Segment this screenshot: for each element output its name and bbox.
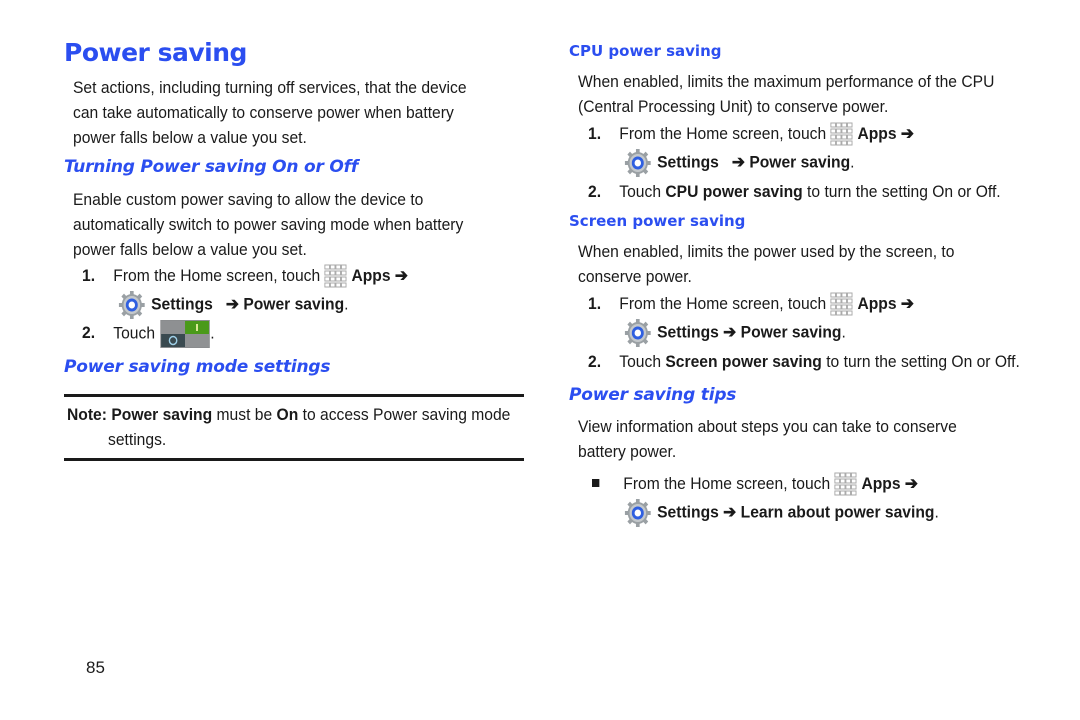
apps-label: Apps xyxy=(351,266,391,285)
note-line-2: settings. xyxy=(108,430,167,449)
cpu-step-1: 1. From the Home screen, touch Apps ➔ xyxy=(588,121,914,148)
tips-line: View information about steps you can tak… xyxy=(578,417,957,436)
note-bold: On xyxy=(276,405,299,424)
step-number: 1. xyxy=(588,124,602,143)
apps-grid-icon xyxy=(830,122,854,148)
step-text: Touch xyxy=(619,182,662,201)
tips-step-cont: Settings ➔ Learn about power saving. xyxy=(624,498,939,528)
settings-label: Settings xyxy=(657,322,719,342)
cpu-line: (Central Processing Unit) to conserve po… xyxy=(578,97,889,116)
arrow-icon: ➔ xyxy=(900,124,915,143)
apps-label: Apps xyxy=(861,474,901,493)
settings-label: Settings xyxy=(657,152,719,172)
note-top-divider xyxy=(64,394,524,397)
screen-step-1-cont: Settings ➔ Power saving. xyxy=(624,318,846,348)
power-saving-label: Power saving xyxy=(243,294,345,314)
arrow-icon: ➔ xyxy=(723,322,737,342)
screen-line: conserve power. xyxy=(578,267,692,286)
arrow-icon: ➔ xyxy=(225,294,239,314)
cpu-line: When enabled, limits the maximum perform… xyxy=(578,72,995,91)
cpu-step-2: 2. Touch CPU power saving to turn the set… xyxy=(588,179,1001,204)
settings-gear-icon xyxy=(118,290,146,320)
tips-line: battery power. xyxy=(578,442,677,461)
cpu-paragraph: When enabled, limits the maximum perform… xyxy=(578,69,994,119)
note-bold: Power saving xyxy=(111,405,213,424)
step-text: to turn the setting On or Off. xyxy=(826,352,1020,371)
power-saving-label: Power saving xyxy=(740,322,842,342)
step-number: 1. xyxy=(82,266,96,285)
period: . xyxy=(344,294,349,314)
tips-step: From the Home screen, touch Apps ➔ xyxy=(592,471,918,498)
apps-label: Apps xyxy=(857,294,897,313)
section-heading-cpu: CPU power saving xyxy=(569,42,722,60)
settings-gear-icon xyxy=(624,318,652,348)
screen-line: When enabled, limits the power used by t… xyxy=(578,242,955,261)
step-text: Touch xyxy=(619,352,662,371)
turning-step-1-cont: Settings ➔ Power saving. xyxy=(118,290,349,320)
arrow-icon: ➔ xyxy=(394,266,409,285)
note-label: Note: xyxy=(67,405,107,424)
step-number: 2. xyxy=(588,352,602,371)
arrow-icon: ➔ xyxy=(723,502,737,522)
turning-line: power falls below a value you set. xyxy=(73,240,307,259)
section-heading-screen: Screen power saving xyxy=(569,212,746,230)
learn-label: Learn about power saving xyxy=(740,502,935,522)
apps-grid-icon xyxy=(830,292,854,318)
note-text: must be xyxy=(216,405,273,424)
page-title: Power saving xyxy=(64,38,247,67)
settings-label: Settings xyxy=(657,502,719,522)
period: . xyxy=(841,322,846,342)
tips-paragraph: View information about steps you can tak… xyxy=(578,414,957,464)
step-text: to turn the setting On or Off. xyxy=(807,182,1001,201)
screen-paragraph: When enabled, limits the power used by t… xyxy=(578,239,954,289)
turning-line: automatically switch to power saving mod… xyxy=(73,215,464,234)
step-text: From the Home screen, touch xyxy=(113,266,321,285)
cpu-step-1-cont: Settings ➔ Power saving. xyxy=(624,148,855,178)
arrow-icon: ➔ xyxy=(731,152,745,172)
apps-grid-icon xyxy=(324,264,348,290)
step-number: 2. xyxy=(82,323,96,343)
turning-paragraph: Enable custom power saving to allow the … xyxy=(73,187,463,262)
intro-line: power falls below a value you set. xyxy=(73,128,307,147)
note-bottom-divider xyxy=(64,458,524,461)
period: . xyxy=(850,152,855,172)
step-text: From the Home screen, touch xyxy=(623,474,831,493)
period: . xyxy=(934,502,939,522)
step-number: 1. xyxy=(588,294,602,313)
apps-grid-icon xyxy=(834,472,858,498)
power-saving-label: Power saving xyxy=(749,152,851,172)
section-heading-turning: Turning Power saving On or Off xyxy=(64,157,359,177)
step-text: From the Home screen, touch xyxy=(619,124,827,143)
screen-step-1: 1. From the Home screen, touch Apps ➔ xyxy=(588,291,914,318)
apps-label: Apps xyxy=(857,124,897,143)
settings-label: Settings xyxy=(151,294,213,314)
screen-step-2: 2. Touch Screen power saving to turn the … xyxy=(588,349,1020,374)
intro-line: Set actions, including turning off servi… xyxy=(73,78,467,97)
intro-line: can take automatically to conserve power… xyxy=(73,103,454,122)
settings-gear-icon xyxy=(624,498,652,528)
arrow-icon: ➔ xyxy=(904,474,919,493)
note: Note: Power saving must be On to access … xyxy=(67,402,510,427)
step-bold: Screen power saving xyxy=(665,352,822,371)
turning-step-2: 2. Touch . xyxy=(82,320,215,348)
note-text: to access Power saving mode xyxy=(302,405,511,424)
bullet-icon xyxy=(592,478,600,487)
step-text: From the Home screen, touch xyxy=(619,294,827,313)
turning-step-1: 1. From the Home screen, touch Apps ➔ xyxy=(82,263,408,290)
toggle-switch-icon xyxy=(160,320,211,348)
step-number: 2. xyxy=(588,182,602,201)
page-number: 85 xyxy=(86,658,105,677)
step-bold: CPU power saving xyxy=(665,182,803,201)
step-text: Touch xyxy=(113,323,156,343)
section-heading-tips: Power saving tips xyxy=(569,385,737,405)
period: . xyxy=(210,323,215,343)
settings-gear-icon xyxy=(624,148,652,178)
turning-line: Enable custom power saving to allow the … xyxy=(73,190,424,209)
intro-paragraph: Set actions, including turning off servi… xyxy=(73,75,467,150)
arrow-icon: ➔ xyxy=(900,294,915,313)
section-heading-mode-settings: Power saving mode settings xyxy=(64,357,331,377)
